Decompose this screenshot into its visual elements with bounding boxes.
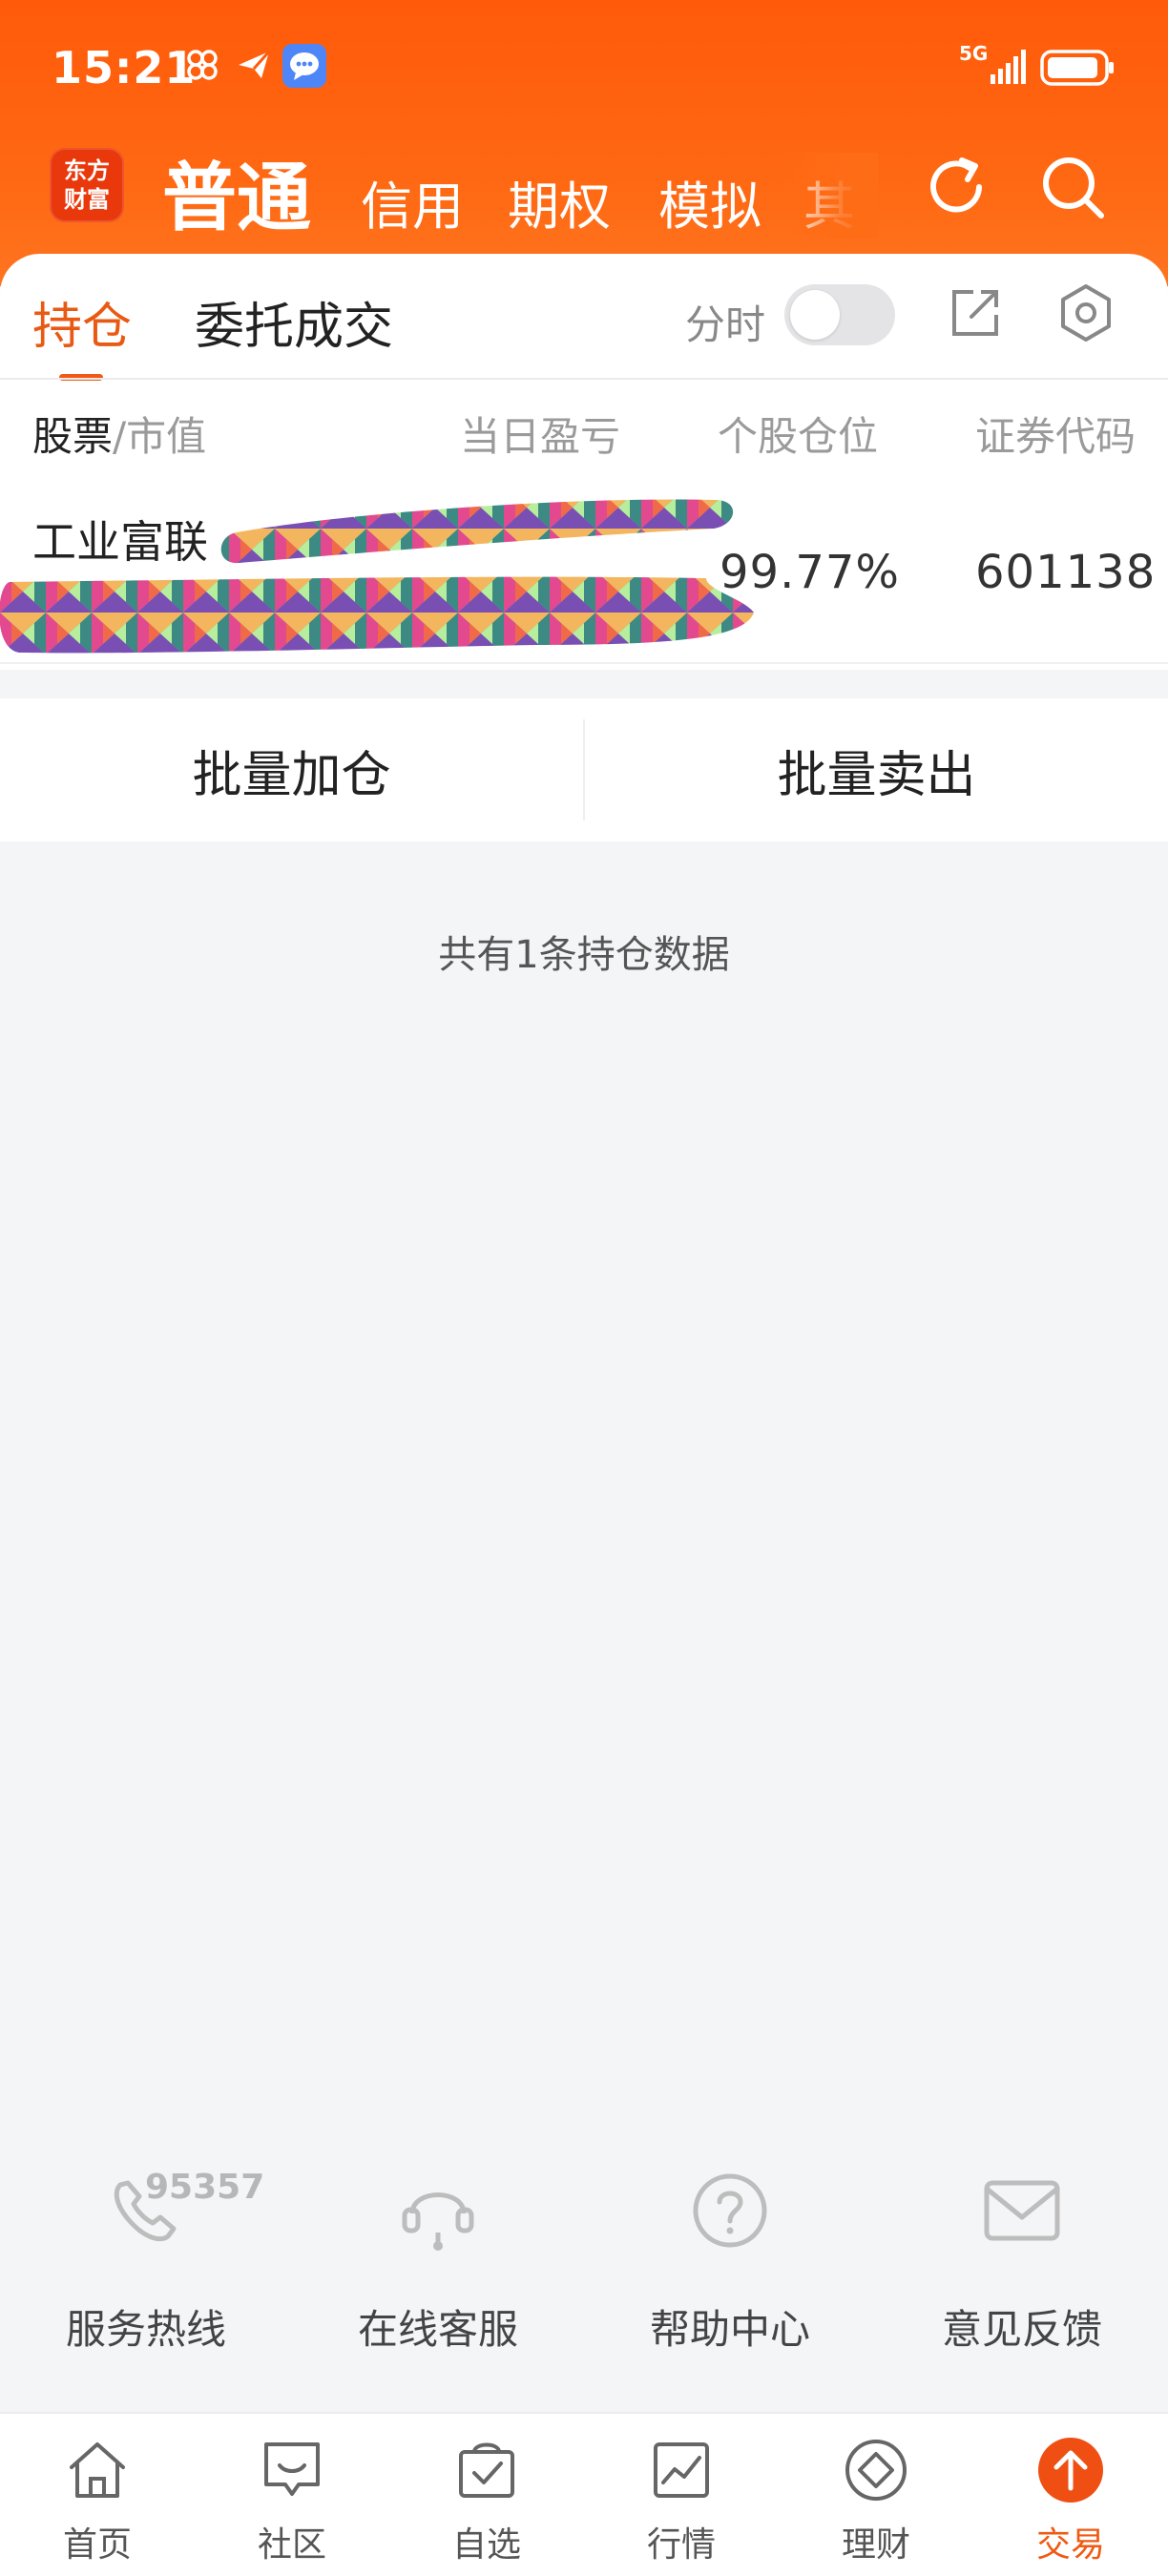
- feedback-label: 意见反馈: [941, 2306, 1102, 2353]
- send-app-icon: [239, 51, 271, 78]
- feedback-button[interactable]: 意见反馈: [903, 2166, 1141, 2357]
- col-header-position[interactable]: 个股仓位: [718, 405, 878, 463]
- tab-simulation[interactable]: 模拟: [658, 164, 761, 239]
- holdings-count: 共有1条持仓数据: [438, 933, 730, 977]
- nav-community[interactable]: 社区: [195, 2414, 389, 2576]
- app-header: 15:21 5G 东方 财富 普通 信用 期权 模拟: [0, 0, 1168, 286]
- help-icon: [693, 2173, 767, 2248]
- app-logo[interactable]: 东方 财富: [50, 148, 124, 222]
- settings-icon[interactable]: [1055, 282, 1116, 343]
- phone-icon: [114, 2180, 177, 2242]
- stock-code: 601138: [975, 546, 1157, 599]
- nav-home[interactable]: 首页: [0, 2414, 195, 2576]
- home-icon: [70, 2442, 125, 2498]
- online-support-button[interactable]: 在线客服: [319, 2166, 557, 2357]
- trade-icon: [1038, 2438, 1103, 2503]
- tab-options[interactable]: 期权: [508, 164, 611, 239]
- nav-trade[interactable]: 交易: [973, 2414, 1168, 2576]
- intraday-label: 分时: [685, 301, 766, 348]
- nav-wealth[interactable]: 理财: [779, 2414, 973, 2576]
- batch-add-button[interactable]: 批量加仓: [0, 698, 583, 841]
- nav-watchlist[interactable]: 自选: [389, 2414, 584, 2576]
- tab-ordinary[interactable]: 普通: [162, 138, 311, 245]
- nav-market-label: 行情: [646, 2525, 716, 2565]
- community-icon: [264, 2442, 320, 2496]
- col-header-daily-pl[interactable]: 当日盈亏: [460, 405, 620, 463]
- status-bar: 15:21 5G: [0, 0, 1168, 134]
- help-center-label: 帮助中心: [649, 2306, 810, 2353]
- tab-holdings[interactable]: 持仓: [32, 286, 132, 358]
- tab-orders-trades[interactable]: 委托成交: [195, 286, 393, 358]
- col-header-code[interactable]: 证券代码: [975, 405, 1136, 463]
- col-header-stock[interactable]: 股票/市值: [32, 405, 206, 463]
- nav-wealth-label: 理财: [841, 2525, 910, 2565]
- online-support-label: 在线客服: [357, 2306, 518, 2353]
- col-header-stock-label: 股票: [32, 413, 114, 460]
- toggle-knob: [790, 290, 840, 340]
- nav-trade-label: 交易: [1035, 2525, 1105, 2565]
- tabs-fade-overlay: [782, 153, 878, 239]
- headset-icon: [402, 2192, 474, 2251]
- mail-icon: [984, 2180, 1060, 2241]
- service-hotline-button[interactable]: 服务热线: [27, 2166, 265, 2357]
- nav-market[interactable]: 行情: [584, 2414, 779, 2576]
- row-divider: [0, 662, 1168, 664]
- watchlist-icon: [459, 2442, 514, 2498]
- signal-icon: [991, 50, 1026, 84]
- batch-action-bar: 批量加仓 批量卖出: [0, 698, 1168, 841]
- redaction-scribble: [0, 499, 754, 654]
- tab-credit[interactable]: 信用: [361, 164, 464, 239]
- service-hotline-label: 服务热线: [65, 2306, 226, 2353]
- battery-icon: [1040, 50, 1114, 86]
- status-time: 15:21: [52, 42, 197, 93]
- nav-home-label: 首页: [62, 2525, 132, 2565]
- wealth-icon: [845, 2440, 907, 2501]
- link-app-icon: [187, 50, 218, 80]
- market-icon: [654, 2442, 709, 2498]
- nav-watchlist-label: 自选: [451, 2525, 521, 2565]
- network-type: 5G: [959, 42, 989, 65]
- batch-sell-button[interactable]: 批量卖出: [585, 698, 1168, 841]
- refresh-icon[interactable]: [920, 151, 992, 223]
- panel-divider: [0, 378, 1168, 380]
- bottom-nav: 首页 社区 自选 行情 理财 交易: [0, 2412, 1168, 2576]
- search-icon[interactable]: [1036, 151, 1109, 223]
- nav-community-label: 社区: [257, 2525, 326, 2565]
- col-header-market-label: /市值: [113, 413, 207, 460]
- logo-text-top: 东方: [64, 157, 110, 184]
- message-app-icon: [282, 44, 326, 88]
- export-icon[interactable]: [945, 282, 1006, 343]
- intraday-toggle[interactable]: [784, 284, 895, 345]
- help-center-button[interactable]: 帮助中心: [611, 2166, 849, 2357]
- logo-text-bottom: 财富: [64, 186, 110, 213]
